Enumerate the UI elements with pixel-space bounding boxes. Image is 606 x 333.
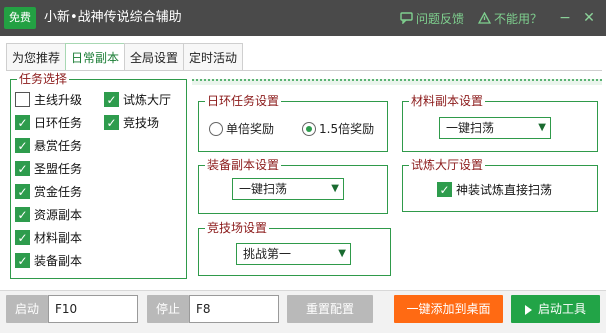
feedback-link[interactable]: 问题反馈 [400, 10, 464, 27]
daily-ring-settings-group: 日环任务设置 单倍奖励 1.5倍奖励 [198, 93, 388, 152]
checkbox-label: 主线升级 [34, 93, 83, 107]
settings-panel-header [192, 79, 602, 85]
cannot-use-link[interactable]: 不能用？ [477, 10, 542, 27]
start-hotkey-label: 启动 [6, 295, 48, 323]
checkbox-label: 试炼大厅 [123, 93, 172, 107]
checkbox-label: 神装试炼直接扫荡 [456, 183, 553, 197]
radio-label: 1.5倍奖励 [319, 122, 375, 136]
trial-hall-settings-group: 试炼大厅设置 ✓ 神装试炼直接扫荡 [402, 157, 598, 212]
radio-button[interactable] [209, 121, 223, 136]
task-material-dungeon[interactable]: ✓ 材料副本 [15, 229, 82, 246]
task-daily-ring[interactable]: ✓ 日环任务 [15, 114, 82, 131]
tab-recommended[interactable]: 为您推荐 [6, 43, 67, 71]
checkbox[interactable]: ✓ [437, 182, 452, 197]
app-title: 小新•战神传说综合辅助 [44, 10, 182, 25]
reset-config-button[interactable]: 重置配置 [287, 295, 373, 323]
material-dungeon-settings-group: 材料副本设置 一键扫荡 ▼ [402, 93, 598, 152]
chevron-down-icon: ▼ [538, 122, 546, 133]
checkbox-label: 悬赏任务 [34, 139, 83, 153]
checkbox-label: 竞技场 [123, 116, 160, 130]
trial-hall-legend: 试炼大厅设置 [409, 157, 486, 173]
tab-global-settings[interactable]: 全局设置 [124, 43, 185, 71]
task-holy-alliance[interactable]: ✓ 圣盟任务 [15, 160, 82, 177]
checkbox[interactable]: ✓ [15, 115, 30, 130]
warning-icon [477, 12, 491, 24]
task-resource-dungeon[interactable]: ✓ 资源副本 [15, 206, 82, 223]
checkbox-label: 资源副本 [34, 208, 83, 222]
tab-daily-dungeon[interactable]: 日常副本 [65, 43, 126, 71]
stop-hotkey-label: 停止 [147, 295, 189, 323]
material-dungeon-legend: 材料副本设置 [409, 93, 486, 109]
checkbox-label: 日环任务 [34, 116, 83, 130]
checkbox[interactable]: ✓ [15, 184, 30, 199]
task-selection-legend: 任务选择 [17, 71, 70, 87]
checkbox[interactable] [15, 92, 30, 107]
task-trial-hall[interactable]: ✓ 试炼大厅 [104, 91, 171, 108]
cannot-use-label: 不能用？ [493, 11, 542, 26]
task-main-quest[interactable]: 主线升级 [15, 91, 82, 108]
daily-ring-legend: 日环任务设置 [205, 93, 282, 109]
arena-legend: 竞技场设置 [205, 220, 270, 236]
tab-timed-events[interactable]: 定时活动 [183, 43, 244, 71]
task-arena[interactable]: ✓ 竞技场 [104, 114, 159, 131]
task-equipment-dungeon[interactable]: ✓ 装备副本 [15, 252, 82, 269]
select-value: 一键扫荡 [239, 182, 288, 196]
feedback-icon [400, 12, 413, 24]
bottom-bar: 启动 F10 停止 F8 重置配置 一键添加到桌面 启动工具 [0, 290, 606, 333]
chevron-down-icon: ▼ [338, 248, 346, 259]
add-to-desktop-button[interactable]: 一键添加到桌面 [394, 295, 503, 323]
material-dungeon-select[interactable]: 一键扫荡 ▼ [439, 117, 551, 139]
arena-settings-group: 竞技场设置 挑战第一 ▼ [198, 220, 391, 276]
equip-dungeon-legend: 装备副本设置 [205, 157, 282, 173]
task-selection-group: 任务选择 主线升级 ✓ 试炼大厅 ✓ 日环任务 ✓ 竞技场 ✓ 悬赏任务 ✓ 圣… [10, 71, 187, 279]
equip-dungeon-settings-group: 装备副本设置 一键扫荡 ▼ [198, 157, 388, 214]
select-value: 挑战第一 [243, 247, 292, 261]
checkbox[interactable]: ✓ [104, 92, 119, 107]
select-value: 一键扫荡 [446, 121, 495, 135]
free-badge: 免费 [4, 7, 36, 29]
task-bounty[interactable]: ✓ 悬赏任务 [15, 137, 82, 154]
minimize-button[interactable]: − [556, 10, 574, 26]
checkbox[interactable]: ✓ [15, 253, 30, 268]
stop-hotkey-input[interactable]: F8 [189, 295, 279, 323]
arena-select[interactable]: 挑战第一 ▼ [236, 243, 351, 265]
tab-divider [6, 70, 602, 71]
checkbox[interactable]: ✓ [104, 115, 119, 130]
close-button[interactable]: ✕ [580, 10, 598, 26]
start-hotkey-input[interactable]: F10 [48, 295, 138, 323]
checkbox[interactable]: ✓ [15, 138, 30, 153]
checkbox[interactable]: ✓ [15, 230, 30, 245]
radio-button[interactable] [302, 121, 316, 136]
equip-dungeon-select[interactable]: 一键扫荡 ▼ [232, 178, 344, 200]
title-bar: 免费 小新•战神传说综合辅助 问题反馈 不能用？ − ✕ [0, 0, 606, 36]
play-icon [524, 304, 532, 315]
tab-bar: 为您推荐 日常副本 全局设置 定时活动 [6, 43, 244, 71]
trial-hall-sweep-option[interactable]: ✓ 神装试炼直接扫荡 [437, 181, 552, 198]
radio-single-reward[interactable]: 单倍奖励 [209, 120, 274, 137]
checkbox-label: 赏金任务 [34, 185, 83, 199]
launch-tool-button[interactable]: 启动工具 [511, 295, 600, 323]
checkbox-label: 材料副本 [34, 231, 83, 245]
checkbox-label: 装备副本 [34, 254, 83, 268]
checkbox[interactable]: ✓ [15, 207, 30, 222]
task-reward[interactable]: ✓ 赏金任务 [15, 183, 82, 200]
checkbox-label: 圣盟任务 [34, 162, 83, 176]
launch-tool-label: 启动工具 [537, 302, 586, 316]
radio-double-reward[interactable]: 1.5倍奖励 [302, 120, 374, 137]
chevron-down-icon: ▼ [331, 183, 339, 194]
checkbox[interactable]: ✓ [15, 161, 30, 176]
radio-label: 单倍奖励 [226, 122, 275, 136]
feedback-label: 问题反馈 [415, 11, 464, 26]
title-bar-actions: 问题反馈 不能用？ − ✕ [400, 0, 598, 36]
